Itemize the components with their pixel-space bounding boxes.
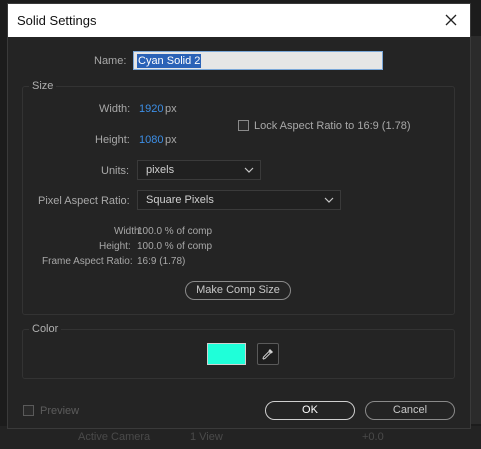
color-group-title: Color xyxy=(29,323,62,335)
dialog-title: Solid Settings xyxy=(17,13,97,28)
lock-aspect-checkbox[interactable] xyxy=(238,120,249,131)
units-label: Units: xyxy=(101,165,130,177)
height-value[interactable]: 1080 xyxy=(139,134,163,146)
info-height-label: Height: xyxy=(99,241,131,252)
chevron-down-icon xyxy=(324,197,334,203)
height-label: Height: xyxy=(95,134,130,146)
name-label: Name: xyxy=(94,55,127,67)
chevron-down-icon xyxy=(244,167,254,173)
info-frame-aspect-value: 16:9 (1.78) xyxy=(137,256,186,267)
pixel-aspect-ratio-label: Pixel Aspect Ratio: xyxy=(38,195,130,207)
width-label: Width: xyxy=(99,103,131,115)
cancel-button[interactable]: Cancel xyxy=(365,401,455,420)
info-frame-aspect-label: Frame Aspect Ratio: xyxy=(42,256,133,267)
height-unit: px xyxy=(165,134,177,146)
size-group-title: Size xyxy=(29,80,57,92)
info-height-value: 100.0 % of comp xyxy=(137,241,213,252)
eyedropper-icon xyxy=(262,349,273,360)
width-value[interactable]: 1920 xyxy=(139,103,163,115)
dialog-titlebar[interactable]: Solid Settings xyxy=(8,4,470,37)
lock-aspect-label[interactable]: Lock Aspect Ratio to 16:9 (1.78) xyxy=(254,120,411,132)
pixel-aspect-ratio-dropdown[interactable]: Square Pixels xyxy=(137,190,341,210)
preview-label[interactable]: Preview xyxy=(40,405,79,417)
color-swatch[interactable] xyxy=(207,343,246,365)
host-offset-value: +0.0 xyxy=(362,431,384,443)
host-camera-dropdown[interactable]: Active Camera xyxy=(78,431,150,443)
close-icon[interactable] xyxy=(441,10,461,30)
units-dropdown-value: pixels xyxy=(146,164,175,176)
width-unit: px xyxy=(165,103,177,115)
host-view-dropdown[interactable]: 1 View xyxy=(190,431,223,443)
info-width-value: 100.0 % of comp xyxy=(137,226,213,237)
pixel-aspect-ratio-value: Square Pixels xyxy=(146,194,214,206)
host-viewer-toolbar xyxy=(0,426,481,449)
name-input[interactable]: Cyan Solid 2 xyxy=(133,51,383,70)
name-input-value: Cyan Solid 2 xyxy=(137,54,202,68)
preview-checkbox[interactable] xyxy=(23,405,34,416)
units-dropdown[interactable]: pixels xyxy=(137,160,261,180)
ok-button[interactable]: OK xyxy=(265,401,355,420)
eyedropper-button[interactable] xyxy=(257,343,279,365)
make-comp-size-button[interactable]: Make Comp Size xyxy=(185,281,291,300)
